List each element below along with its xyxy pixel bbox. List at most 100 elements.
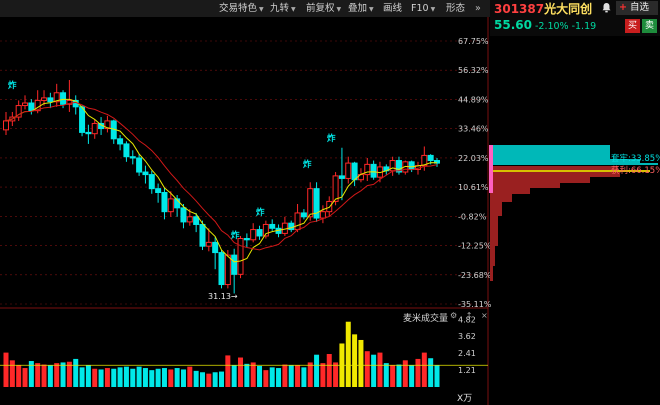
volume-bar	[288, 365, 294, 387]
volume-bar	[16, 365, 22, 387]
volume-bar	[415, 358, 421, 387]
toolbar-f10[interactable]: F10 ▼	[411, 0, 435, 17]
volume-bar	[161, 368, 167, 387]
candle-down	[300, 212, 307, 218]
volume-bar	[130, 368, 136, 387]
candle-down	[47, 97, 54, 103]
candle-down	[79, 106, 86, 133]
volume-bar	[358, 339, 364, 387]
price-tick-label: 33.46%	[458, 125, 489, 134]
volume-bar	[54, 363, 60, 387]
candle-down	[408, 161, 415, 170]
price-tick-label: 22.03%	[458, 154, 489, 163]
volume-bar	[136, 366, 142, 387]
chip-distribution-bar	[490, 172, 620, 177]
candle-up	[91, 122, 98, 135]
chip-distribution-bar	[490, 183, 560, 188]
volume-bar	[269, 367, 275, 387]
volume-bar	[345, 321, 351, 387]
price-tick-label: 44.89%	[458, 95, 489, 104]
volume-bar	[22, 368, 28, 387]
candle-down	[148, 174, 155, 190]
volume-bar	[174, 368, 180, 387]
volume-bar	[276, 368, 282, 387]
explode-marker: 炸	[256, 208, 265, 218]
candle-down	[123, 143, 130, 158]
candle-down	[60, 92, 67, 105]
add-watchlist-button[interactable]: + 自选	[616, 1, 658, 15]
stock-name: 光大同创	[544, 2, 593, 16]
volume-bar	[41, 364, 47, 387]
volume-bar	[244, 363, 250, 387]
volume-bar	[73, 358, 79, 387]
volume-bar	[123, 366, 129, 387]
volume-bar	[333, 362, 339, 387]
candle-down	[180, 207, 187, 223]
candle-down	[155, 188, 162, 193]
candle-down	[338, 175, 345, 179]
volume-bar	[396, 364, 402, 387]
volume-bar	[85, 365, 91, 387]
indicator-settings-icons[interactable]: ⚙ ↕ ×	[450, 311, 491, 320]
volume-bar	[225, 355, 231, 387]
candle-down	[370, 163, 377, 178]
volume-bar	[250, 362, 256, 387]
volume-bar	[9, 360, 15, 387]
stock-title: 301387光大同创	[494, 0, 592, 17]
explode-marker: 炸	[8, 81, 17, 91]
candle-up	[332, 175, 339, 202]
chips-cost-label: 套牢:33.85%	[611, 154, 660, 164]
price-tick-label: -35.11%	[458, 300, 492, 309]
volume-tick-label: 1.21	[458, 366, 476, 375]
volume-bar	[111, 368, 117, 387]
volume-bar	[168, 369, 174, 387]
volume-bar	[149, 370, 155, 387]
candle-down	[199, 223, 206, 247]
explode-marker: 炸	[327, 134, 336, 144]
volume-bar	[409, 365, 415, 387]
volume-bar	[326, 354, 332, 387]
toolbar-adjust-mode[interactable]: 前复权 ▼	[306, 0, 341, 17]
volume-bar	[257, 365, 263, 387]
candle-down	[212, 241, 219, 254]
chip-distribution-bar	[490, 145, 610, 159]
bell-icon[interactable]	[601, 2, 612, 13]
volume-indicator-title[interactable]: 麦米成交量	[403, 311, 448, 324]
volume-bar	[314, 354, 320, 387]
toolbar-expand-icon[interactable]: »	[475, 0, 481, 17]
volume-bar	[142, 368, 148, 387]
volume-bar	[98, 369, 104, 387]
volume-bar	[238, 357, 244, 387]
chart-toolbar: 交易特色 ▼ 九转 ▼ 前复权 ▼ 叠加 ▼ 画线 F10 ▼ 形态 »	[0, 0, 490, 17]
volume-bar	[307, 362, 313, 387]
volume-bar	[206, 373, 212, 387]
candle-down	[269, 223, 276, 229]
price-tick-label: 67.75%	[458, 37, 489, 46]
volume-unit: X万	[457, 394, 473, 404]
explode-marker: 炸	[231, 231, 240, 241]
chips-profit-label: 获利:66.15%	[611, 166, 660, 176]
kline-chart[interactable]: 67.75% 56.32% 44.89% 33.46% 22.03% 10.61% -0.8…	[0, 17, 660, 405]
toolbar-pattern[interactable]: 形态	[446, 0, 465, 17]
toolbar-trade-features[interactable]: 交易特色 ▼	[219, 0, 264, 17]
volume-bar	[117, 367, 123, 387]
volume-bar	[402, 360, 408, 387]
explode-marker: 炸	[303, 160, 312, 170]
volume-bar	[180, 369, 186, 387]
volume-bar	[428, 358, 434, 387]
toolbar-nine-turn[interactable]: 九转 ▼	[270, 0, 296, 17]
volume-bar	[60, 362, 66, 387]
volume-bar	[434, 365, 440, 387]
candle-down	[427, 154, 434, 162]
toolbar-overlay[interactable]: 叠加 ▼	[348, 0, 374, 17]
low-price-label: 31.13→	[208, 292, 238, 301]
candle-down	[28, 102, 35, 112]
plus-icon: +	[619, 2, 627, 13]
candle-down	[351, 162, 358, 181]
volume-tick-label: 3.62	[458, 332, 476, 341]
candle-down	[256, 229, 263, 237]
volume-bar	[282, 364, 288, 387]
toolbar-draw-line[interactable]: 画线	[383, 0, 402, 17]
volume-bar	[421, 352, 427, 387]
candle-up	[205, 241, 212, 247]
